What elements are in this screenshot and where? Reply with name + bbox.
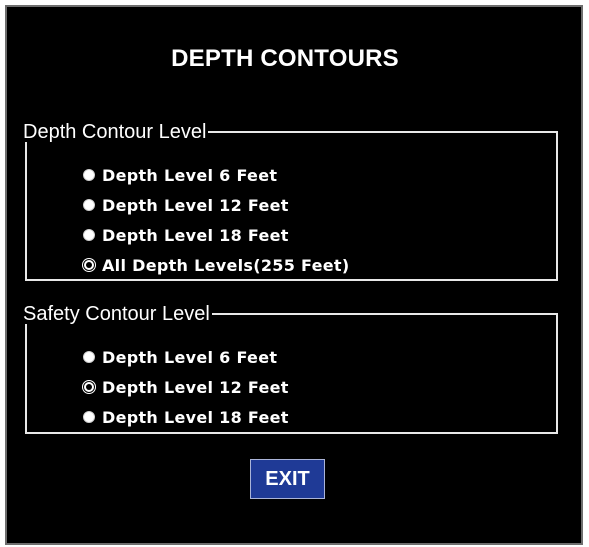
radio-button-icon[interactable]: [83, 259, 95, 271]
depth-contour-options: Depth Level 6 Feet Depth Level 12 Feet D…: [83, 160, 349, 280]
depth-option-all-levels[interactable]: All Depth Levels(255 Feet): [83, 250, 349, 280]
radio-button-icon[interactable]: [83, 411, 95, 423]
depth-option-12-feet[interactable]: Depth Level 12 Feet: [83, 190, 349, 220]
safety-option-12-feet[interactable]: Depth Level 12 Feet: [83, 372, 289, 402]
safety-option-18-feet[interactable]: Depth Level 18 Feet: [83, 402, 289, 432]
depth-option-6-feet[interactable]: Depth Level 6 Feet: [83, 160, 349, 190]
option-label: Depth Level 12 Feet: [102, 195, 289, 215]
safety-contour-level-group: Safety Contour Level Depth Level 6 Feet …: [23, 304, 558, 434]
option-label: Depth Level 18 Feet: [102, 225, 289, 245]
depth-contours-dialog: DEPTH CONTOURS Depth Contour Level Depth…: [5, 5, 583, 545]
depth-contour-level-legend: Depth Contour Level: [23, 121, 207, 143]
radio-dot-icon: [86, 262, 92, 268]
depth-contour-level-group: Depth Contour Level Depth Level 6 Feet D…: [23, 122, 558, 281]
radio-button-icon[interactable]: [83, 381, 95, 393]
radio-dot-icon: [86, 384, 92, 390]
safety-option-6-feet[interactable]: Depth Level 6 Feet: [83, 342, 289, 372]
exit-button[interactable]: EXIT: [250, 459, 325, 499]
radio-button-icon[interactable]: [83, 169, 95, 181]
radio-button-icon[interactable]: [83, 351, 95, 363]
option-label: Depth Level 12 Feet: [102, 377, 289, 397]
option-label: All Depth Levels(255 Feet): [102, 255, 350, 275]
option-label: Depth Level 6 Feet: [102, 347, 278, 367]
safety-contour-level-legend: Safety Contour Level: [23, 303, 210, 325]
radio-button-icon[interactable]: [83, 199, 95, 211]
radio-button-icon[interactable]: [83, 229, 95, 241]
option-label: Depth Level 6 Feet: [102, 165, 278, 185]
option-label: Depth Level 18 Feet: [102, 407, 289, 427]
safety-contour-options: Depth Level 6 Feet Depth Level 12 Feet D…: [83, 342, 289, 432]
depth-option-18-feet[interactable]: Depth Level 18 Feet: [83, 220, 349, 250]
dialog-title: DEPTH CONTOURS: [171, 45, 399, 72]
